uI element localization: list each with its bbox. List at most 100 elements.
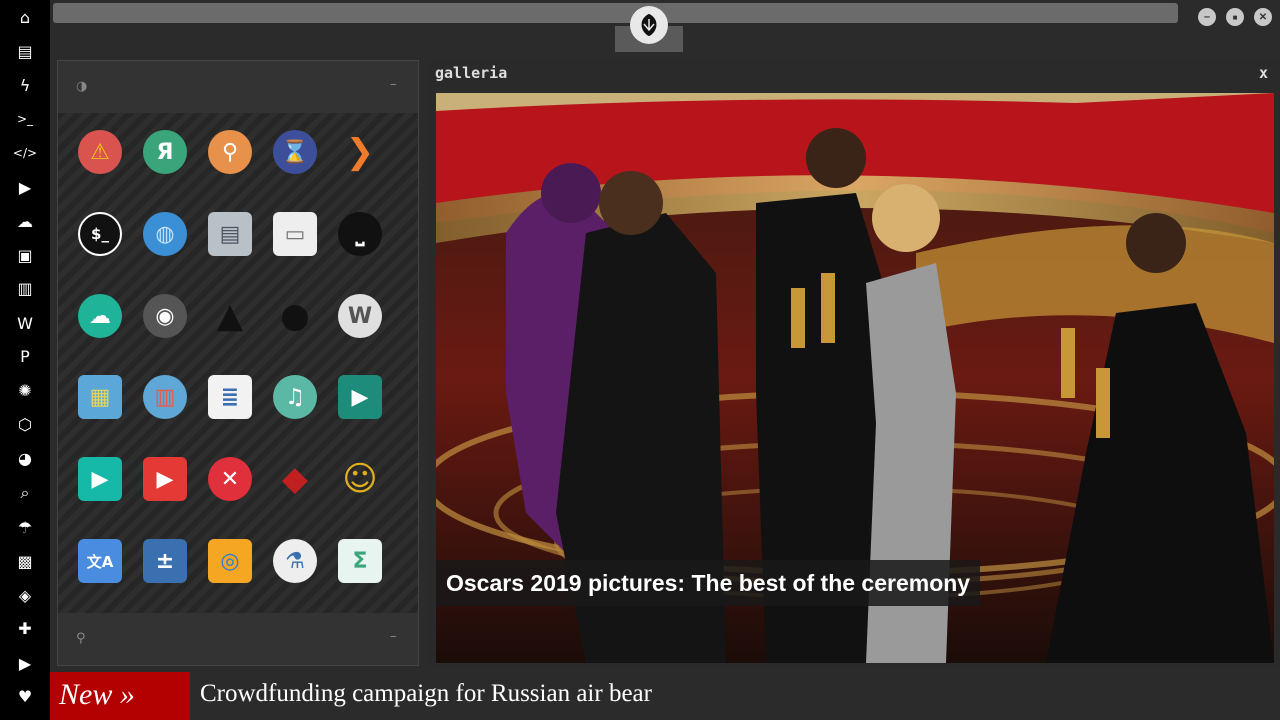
play-icon[interactable]: ▶ [0, 172, 50, 202]
video-app-icon[interactable]: ▶ [338, 375, 382, 419]
search-icon[interactable]: ⌕ [0, 478, 50, 508]
heart-icon[interactable]: ♥ [0, 681, 50, 711]
sigma-app-icon[interactable]: Σ [338, 539, 382, 583]
app-glyph: ☁ [89, 303, 111, 329]
globe-app-icon[interactable]: ◍ [143, 212, 187, 256]
close-icon: ✕ [1258, 11, 1268, 23]
books-app-icon[interactable]: ▥ [143, 375, 187, 419]
app-glyph: ⎵ [355, 221, 365, 247]
git-icon[interactable]: ◈ [0, 580, 50, 610]
app-glyph: ⌛ [281, 139, 309, 165]
github-app-icon[interactable]: ◉ [143, 294, 187, 338]
expand-icon[interactable]: ✚ [0, 613, 50, 643]
youtube-app-icon[interactable]: ▶ [143, 457, 187, 501]
close-window-button[interactable]: ✕ [1254, 8, 1272, 26]
warning-app-icon[interactable]: ⚠ [78, 130, 122, 174]
network-icon[interactable]: ⬡ [0, 409, 50, 439]
media-player-app-icon[interactable]: ▶ [78, 457, 122, 501]
app-glyph: ▤ [219, 221, 241, 247]
pinterest-icon[interactable]: P [0, 341, 50, 371]
app-glyph: ▲ [216, 296, 244, 336]
ticker-headline[interactable]: Crowdfunding campaign for Russian air be… [200, 672, 652, 720]
app-glyph: ✕ [220, 466, 240, 492]
terminal-icon[interactable]: >_ [0, 104, 50, 134]
app-glyph: ⚗ [285, 548, 305, 574]
yandex-app-icon[interactable]: Я [143, 130, 187, 174]
document-icon[interactable]: ▤ [0, 36, 50, 66]
image-icon[interactable]: ▣ [0, 240, 50, 270]
maximize-button[interactable]: ■ [1226, 8, 1244, 26]
aperture-icon[interactable]: ✺ [0, 375, 50, 405]
close-gallery-button[interactable]: x [1259, 64, 1268, 82]
cloud-icon[interactable]: ☁ [0, 206, 50, 236]
app-glyph: ⚠ [90, 139, 110, 165]
top-bar-field[interactable] [53, 3, 1178, 23]
arrow-app-icon[interactable]: ❯ [338, 130, 382, 174]
search-app-icon[interactable]: ⚲ [208, 130, 252, 174]
app-glyph: ▶ [156, 466, 174, 492]
app-glyph: ♫ [285, 384, 305, 410]
death-star-app-icon[interactable]: ● [273, 294, 317, 338]
app-glyph: Я [156, 139, 174, 165]
lightning-icon[interactable]: ϟ [0, 70, 50, 100]
collapse-icon[interactable]: – [390, 77, 397, 92]
app-glyph: ◎ [220, 548, 240, 574]
launcher-header: ◑ – [58, 61, 418, 113]
gallery-window: galleria x Oscars 2019 pictures: The bes… [428, 60, 1280, 666]
app-glyph: ▭ [284, 221, 306, 247]
c3po-app-icon[interactable]: ☺ [338, 457, 382, 501]
cloud-lock-app-icon[interactable]: ☁ [78, 294, 122, 338]
chrome-app-icon[interactable]: ◎ [208, 539, 252, 583]
app-glyph: ▦ [89, 384, 111, 410]
app-launcher-panel: ◑ – ⚠ Я ⚲ ⌛ ❯ $_ ◍ ▤ ▭ ⎵ ☁ ◉ ▲ ● W ▦ ▥ ≣ ♫ ▶ ▶ ▶ ✕ ◆ ☺ 文A ± ◎ ⚗ Σ ⚲ – [57, 60, 419, 666]
scanner-app-icon[interactable]: ▤ [208, 212, 252, 256]
minimize-icon: – [1203, 11, 1211, 23]
search-icon[interactable]: ⚲ [76, 631, 86, 646]
flask-app-icon[interactable]: ⚗ [273, 539, 317, 583]
youtube-icon[interactable]: ▶ [0, 648, 50, 678]
window-title: galleria [435, 64, 508, 82]
notes-app-icon[interactable]: ≣ [208, 375, 252, 419]
window-app-icon[interactable]: ▭ [273, 212, 317, 256]
starfleet-app-icon[interactable]: ▲ [208, 294, 252, 338]
newspaper-icon[interactable]: ▥ [0, 273, 50, 303]
hourglass-app-icon[interactable]: ⌛ [273, 130, 317, 174]
app-glyph: ▶ [351, 384, 369, 410]
wikipedia-app-icon[interactable]: W [338, 294, 382, 338]
news-ticker: New » Crowdfunding campaign for Russian … [50, 672, 1280, 720]
app-glyph: ≣ [220, 384, 240, 410]
terminal-app-icon[interactable]: $_ [78, 212, 122, 256]
app-grid: ⚠ Я ⚲ ⌛ ❯ $_ ◍ ▤ ▭ ⎵ ☁ ◉ ▲ ● W ▦ ▥ ≣ ♫ ▶ ▶ ▶ ✕ ◆ ☺ 文A ± ◎ ⚗ Σ [58, 113, 418, 613]
photo-caption: Oscars 2019 pictures: The best of the ce… [436, 560, 981, 606]
app-glyph: ◉ [155, 303, 175, 329]
contact-card-icon[interactable]: ▩ [0, 546, 50, 576]
iron-man-app-icon[interactable]: ◆ [273, 457, 317, 501]
minimize-button[interactable]: – [1198, 8, 1216, 26]
calculator-app-icon[interactable]: ± [143, 539, 187, 583]
music-app-icon[interactable]: ♫ [273, 375, 317, 419]
app-glyph: W [347, 303, 373, 329]
rebel-alliance-logo-icon[interactable] [630, 6, 668, 44]
app-glyph: ◍ [155, 221, 175, 247]
wordpress-icon[interactable]: W [0, 308, 50, 338]
app-glyph: ☺ [342, 459, 378, 499]
gallery-photo[interactable]: Oscars 2019 pictures: The best of the ce… [436, 93, 1274, 663]
theme-toggle-icon[interactable]: ◑ [76, 79, 87, 94]
app-glyph: ± [155, 548, 175, 574]
code-icon[interactable]: </> [0, 138, 50, 168]
translate-app-icon[interactable]: 文A [78, 539, 122, 583]
app-glyph: ◆ [281, 459, 309, 499]
top-bar: – ■ ✕ [50, 0, 1280, 54]
home-icon[interactable]: ⌂ [0, 2, 50, 32]
new-badge: New » [50, 672, 190, 720]
close-app-icon[interactable]: ✕ [208, 457, 252, 501]
globe-icon[interactable]: ◕ [0, 443, 50, 473]
map-app-icon[interactable]: ▦ [78, 375, 122, 419]
app-glyph: ▶ [91, 466, 109, 492]
dock: ⌂ ▤ ϟ >_ </> ▶ ☁ ▣ ▥ W P ✺ ⬡ ◕ ⌕ ☂ ▩ ◈ ✚ ▶ ♥ [0, 0, 50, 720]
maximize-icon: ■ [1232, 12, 1238, 22]
collapse-icon[interactable]: – [390, 629, 397, 644]
umbrella-icon[interactable]: ☂ [0, 512, 50, 542]
app-glyph: 文A [86, 552, 114, 571]
spacebar-app-icon[interactable]: ⎵ [338, 212, 382, 256]
